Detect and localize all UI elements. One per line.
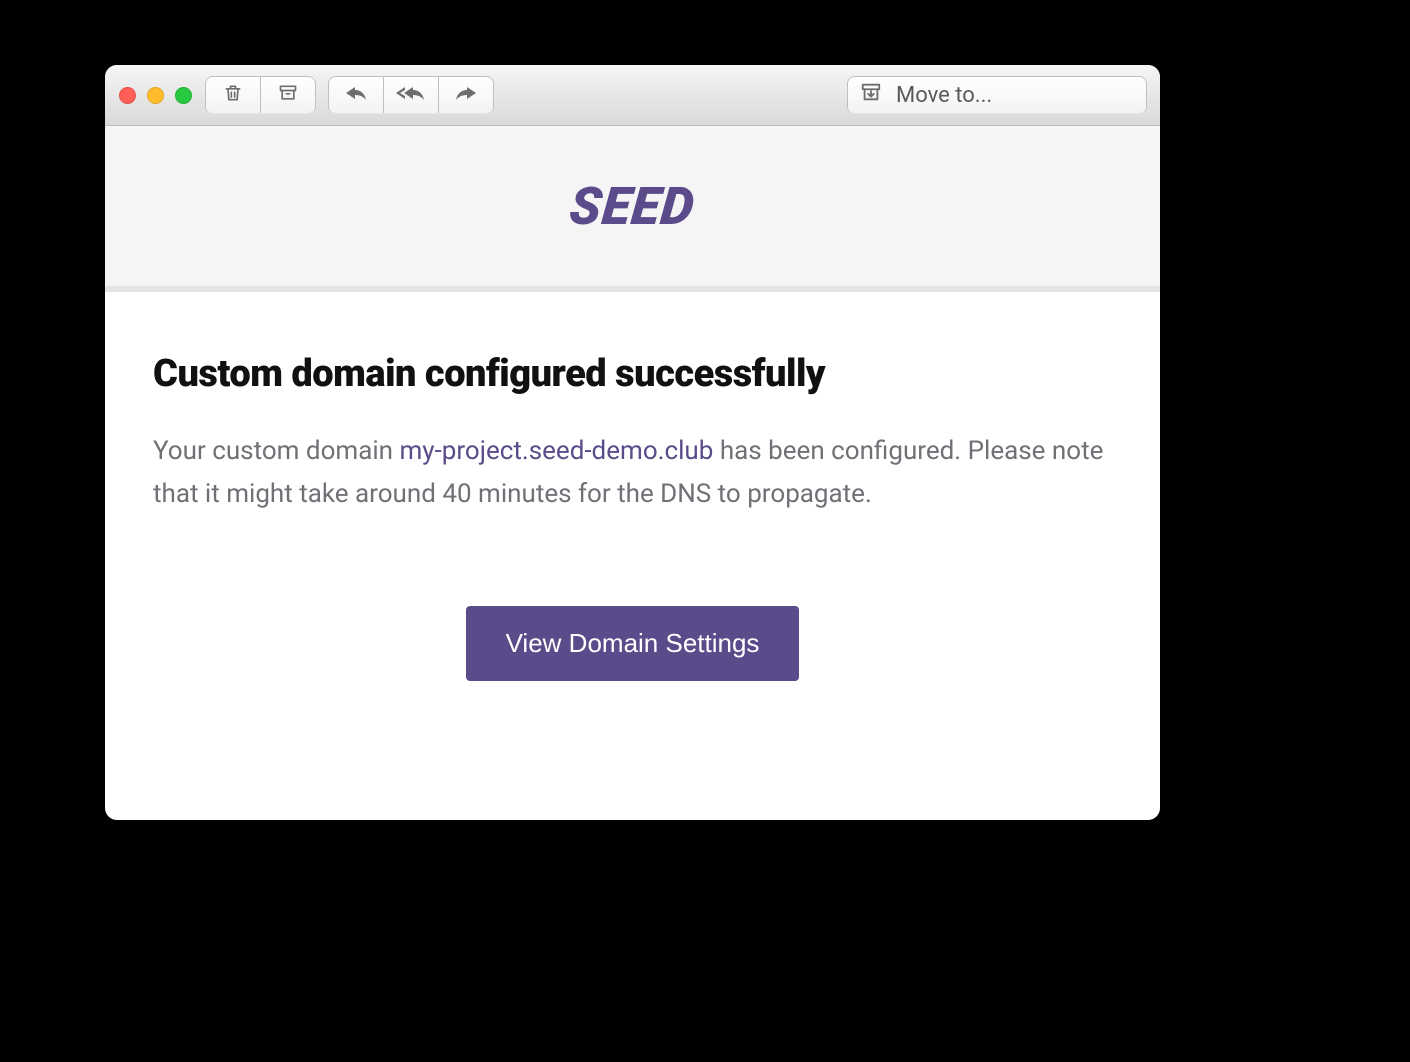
seed-logo: SEED [567,176,698,237]
archive-icon [277,83,299,107]
email-logo-header: SEED [105,126,1160,292]
close-window-button[interactable] [119,87,136,104]
move-to-label: Move to... [896,83,992,108]
mail-window: Move to... SEED Custom domain configured… [105,65,1160,820]
reply-group [329,77,493,113]
zoom-window-button[interactable] [175,87,192,104]
delete-button[interactable] [206,77,260,113]
delete-group [206,77,315,113]
custom-domain-link[interactable]: my-project.seed-demo.club [399,436,713,466]
trash-icon [223,82,243,108]
email-body-pre: Your custom domain [153,436,399,466]
view-domain-settings-button[interactable]: View Domain Settings [466,606,800,681]
archive-button[interactable] [260,77,315,113]
email-body: Your custom domain my-project.seed-demo.… [153,430,1112,516]
titlebar: Move to... [105,65,1160,126]
move-to-icon [860,81,882,109]
reply-icon [344,84,368,106]
move-to-button[interactable]: Move to... [848,77,1146,113]
minimize-window-button[interactable] [147,87,164,104]
forward-icon [454,84,478,106]
window-controls [119,87,192,104]
email-content: Custom domain configured successfully Yo… [105,292,1160,681]
email-heading: Custom domain configured successfully [153,352,1112,396]
reply-button[interactable] [329,77,383,113]
reply-all-button[interactable] [383,77,438,113]
forward-button[interactable] [438,77,493,113]
reply-all-icon [396,84,426,106]
